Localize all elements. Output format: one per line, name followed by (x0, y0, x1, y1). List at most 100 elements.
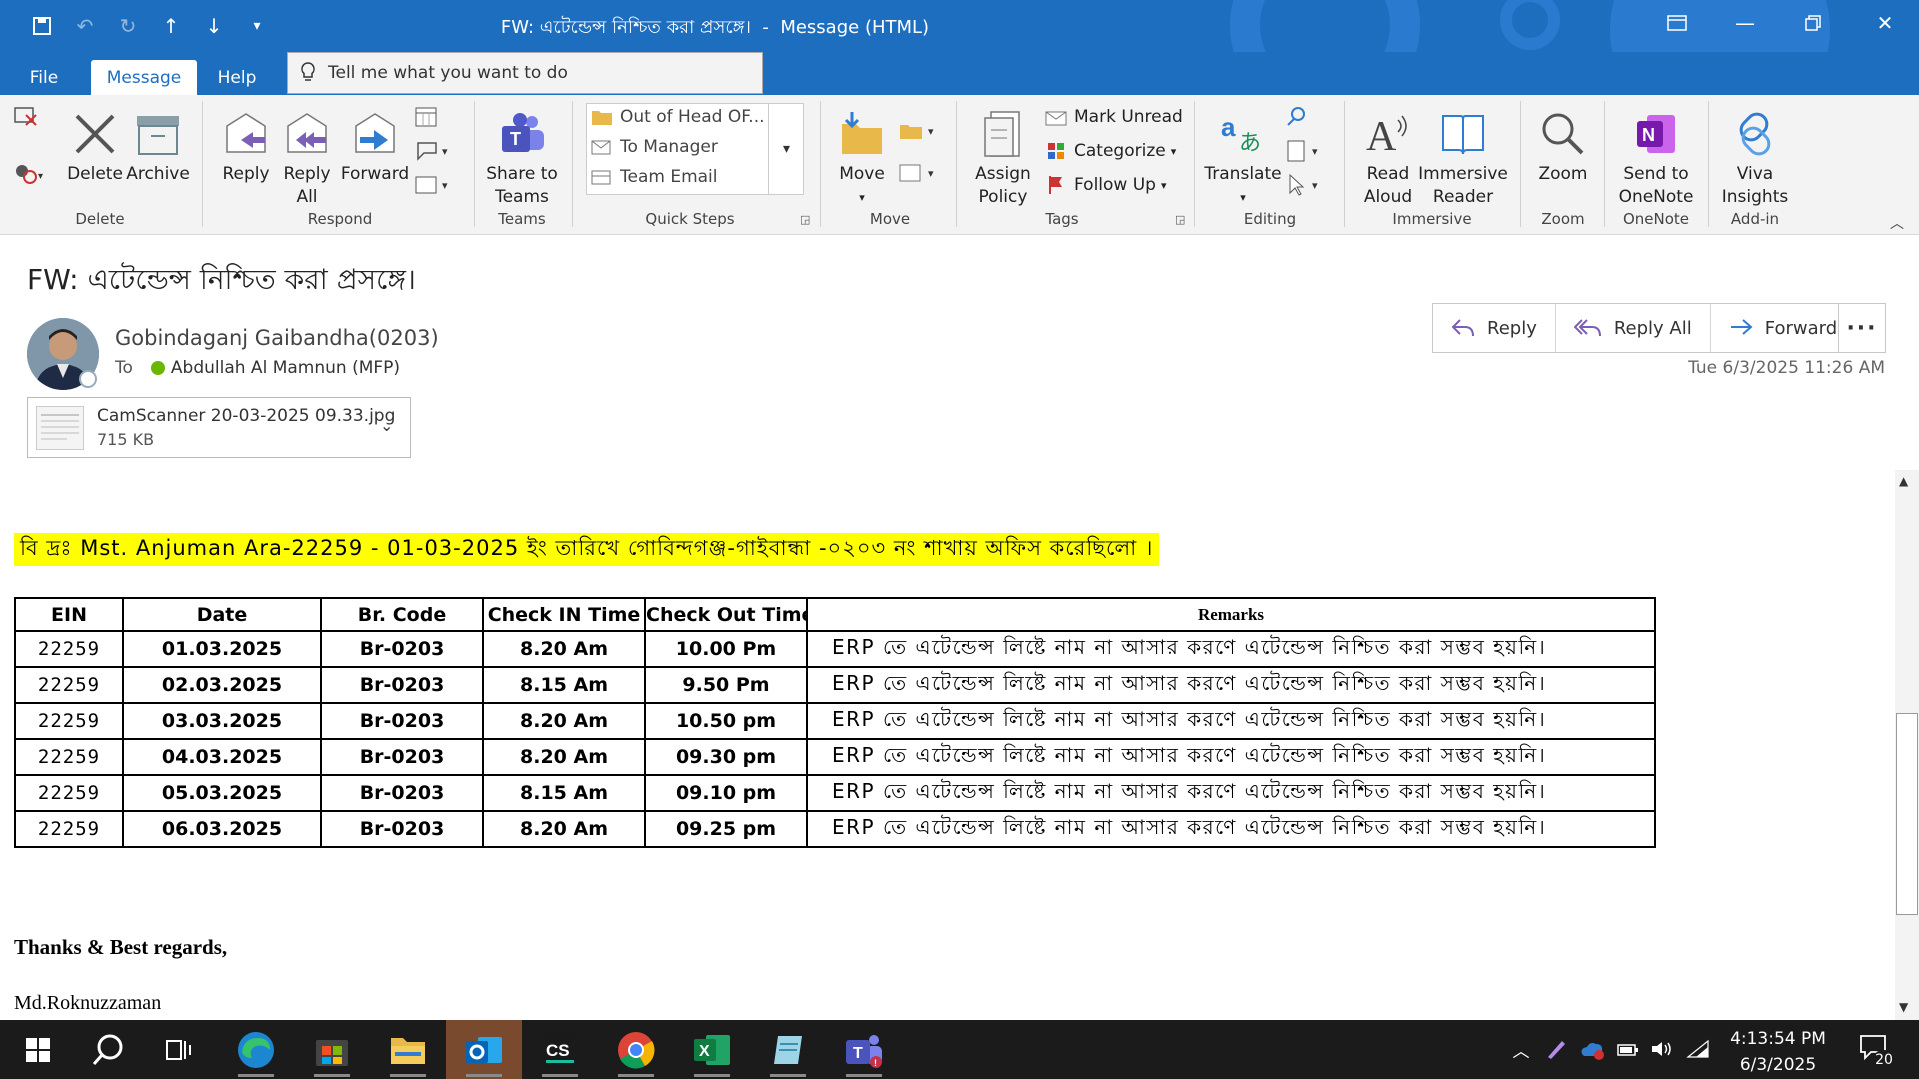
viva-insights-label: Viva Insights (1721, 164, 1789, 207)
clock-date: 6/3/2025 (1739, 1055, 1817, 1075)
tab-file[interactable]: File (14, 60, 74, 95)
system-clock[interactable]: 4:13:54 PM 6/3/2025 (1718, 1026, 1838, 1078)
im-button[interactable]: ▾ (414, 139, 454, 163)
wifi-icon[interactable] (1684, 1034, 1712, 1064)
ribbon: ▾ Delete Archive Delete Reply Reply All … (0, 95, 1919, 235)
chevron-down-icon: ▾ (1170, 144, 1177, 158)
reply-button[interactable]: Reply (1433, 304, 1556, 352)
find-button[interactable] (1286, 105, 1308, 127)
meeting-button[interactable] (414, 105, 440, 129)
translate-icon: aあ (1219, 105, 1267, 163)
task-view-icon[interactable] (141, 1020, 217, 1079)
reply-arrow-icon (1451, 318, 1475, 338)
tell-me-search[interactable]: Tell me what you want to do (287, 52, 763, 94)
follow-up-button[interactable]: Follow Up ▾ (1044, 175, 1167, 195)
quick-step-team-email[interactable]: Team Email (590, 167, 718, 187)
message-subject: FW: এটেন্ডেন্স নিশ্চিত করা প্রসঙ্গে। (27, 263, 416, 296)
outlook-icon[interactable] (446, 1020, 522, 1079)
cell-branch-code: Br-0203 (320, 630, 484, 668)
recipient-name[interactable]: Abdullah Al Mamnun (MFP) (171, 358, 400, 378)
translate-button[interactable]: aあ Translate ▾ (1202, 105, 1284, 209)
attachment-menu-chevron-icon[interactable]: ⌄ (380, 416, 393, 435)
ribbon-reply-button[interactable]: Reply (218, 105, 274, 186)
dialog-launcher-icon[interactable]: ◲ (1175, 213, 1185, 226)
scroll-up-icon[interactable]: ▲ (1899, 474, 1908, 488)
sender-name[interactable]: Gobindaganj Gaibandha(0203) (115, 326, 439, 350)
vertical-scrollbar[interactable]: ▲ ▼ (1895, 470, 1919, 1020)
excel-icon[interactable]: X (674, 1020, 750, 1079)
move-button[interactable]: Move ▾ (832, 105, 892, 209)
more-dots-icon: ··· (1846, 315, 1878, 341)
mark-unread-button[interactable]: Mark Unread (1044, 107, 1183, 127)
more-respond-button[interactable]: ▾ (414, 173, 454, 197)
notification-center-icon[interactable]: 20 (1855, 1030, 1895, 1070)
teams-taskbar-icon[interactable]: T! (826, 1020, 902, 1079)
cell-date: 01.03.2025 (122, 630, 322, 668)
tab-help[interactable]: Help (207, 60, 267, 95)
dialog-launcher-icon[interactable]: ◲ (800, 213, 810, 226)
notepad-icon[interactable] (750, 1020, 826, 1079)
chevron-down-icon: ▾ (1240, 191, 1246, 204)
start-icon[interactable] (0, 1020, 76, 1079)
reply-all-button[interactable]: Reply All (1556, 304, 1711, 352)
onedrive-icon[interactable] (1578, 1034, 1606, 1064)
close-button[interactable]: ✕ (1851, 0, 1919, 46)
send-to-onenote-button[interactable]: N Send to OneNote (1612, 105, 1700, 209)
read-aloud-button[interactable]: A Read Aloud (1358, 105, 1418, 209)
ribbon-display-icon[interactable] (1643, 0, 1711, 46)
cell-remarks: ERP তে এটেন্ডেন্স লিষ্টে নাম না আসার করণ… (806, 810, 1656, 848)
ignore-button[interactable] (12, 105, 38, 127)
folder-icon (590, 108, 614, 126)
more-actions-button[interactable]: ··· (1838, 303, 1886, 353)
quick-steps-expand-icon[interactable]: ▾ (768, 103, 804, 195)
group-editing-label: Editing (1243, 210, 1297, 228)
share-teams-label: Share to Teams (486, 164, 558, 207)
actions-button[interactable]: ▾ (898, 161, 940, 185)
attachment-card[interactable]: CamScanner 20-03-2025 09.33.jpg 715 KB ⌄ (27, 397, 411, 458)
delete-button[interactable]: Delete (67, 105, 123, 186)
scroll-down-icon[interactable]: ▼ (1899, 1000, 1908, 1014)
quick-step-to-manager[interactable]: To Manager (590, 137, 718, 157)
battery-icon[interactable] (1614, 1034, 1642, 1064)
file-explorer-icon[interactable] (370, 1020, 446, 1079)
archive-button[interactable]: Archive (126, 105, 190, 186)
move-folder-icon (838, 105, 886, 163)
viva-insights-button[interactable]: Viva Insights (1714, 105, 1796, 209)
translate-label: Translate (1204, 164, 1282, 184)
share-to-teams-button[interactable]: T Share to Teams (484, 105, 560, 209)
search-icon[interactable] (70, 1020, 146, 1079)
ribbon-forward-button[interactable]: Forward (340, 105, 410, 186)
related-button[interactable]: ▾ (1286, 139, 1328, 163)
cell-remarks: ERP তে এটেন্ডেন্স লিষ্টে নাম না আসার করণ… (806, 630, 1656, 668)
quick-step-out-of-head[interactable]: Out of Head OF... (590, 107, 765, 127)
rules-button[interactable]: ▾ (898, 119, 940, 143)
pen-icon[interactable] (1542, 1034, 1570, 1064)
zoom-button[interactable]: Zoom (1532, 105, 1594, 186)
cell-check-out: 10.50 pm (644, 702, 808, 740)
ribbon-reply-all-button[interactable]: Reply All (279, 105, 335, 209)
chrome-icon[interactable] (598, 1020, 674, 1079)
categorize-label: Categorize (1074, 141, 1166, 161)
forward-button[interactable]: Forward (1711, 304, 1855, 352)
assign-policy-button[interactable]: Assign Policy (966, 105, 1040, 209)
select-button[interactable]: ▾ (1286, 173, 1328, 197)
minimize-button[interactable]: — (1711, 0, 1779, 46)
junk-button[interactable]: ▾ (12, 161, 48, 185)
immersive-reader-button[interactable]: Immersive Reader (1418, 105, 1508, 209)
table-row: 22259 03.03.2025 Br-0203 8.20 Am 10.50 p… (14, 702, 1656, 740)
flag-icon (1044, 175, 1068, 195)
edge-icon[interactable] (218, 1020, 294, 1079)
camscanner-icon[interactable]: CS (522, 1020, 598, 1079)
viva-insights-icon (1732, 105, 1778, 163)
svg-text:▾: ▾ (442, 145, 448, 158)
restore-button[interactable] (1779, 0, 1847, 46)
show-hidden-icons-icon[interactable]: ︿ (1507, 1034, 1535, 1064)
tab-message[interactable]: Message (91, 60, 197, 95)
collapse-ribbon-icon[interactable]: ︿ (1890, 213, 1904, 233)
categorize-button[interactable]: Categorize ▾ (1044, 141, 1176, 161)
header-check-in: Check IN Time (482, 597, 646, 632)
volume-icon[interactable] (1648, 1034, 1676, 1064)
mail-arrow-icon (590, 138, 614, 156)
scrollbar-thumb[interactable] (1896, 713, 1918, 915)
store-icon[interactable] (294, 1020, 370, 1079)
